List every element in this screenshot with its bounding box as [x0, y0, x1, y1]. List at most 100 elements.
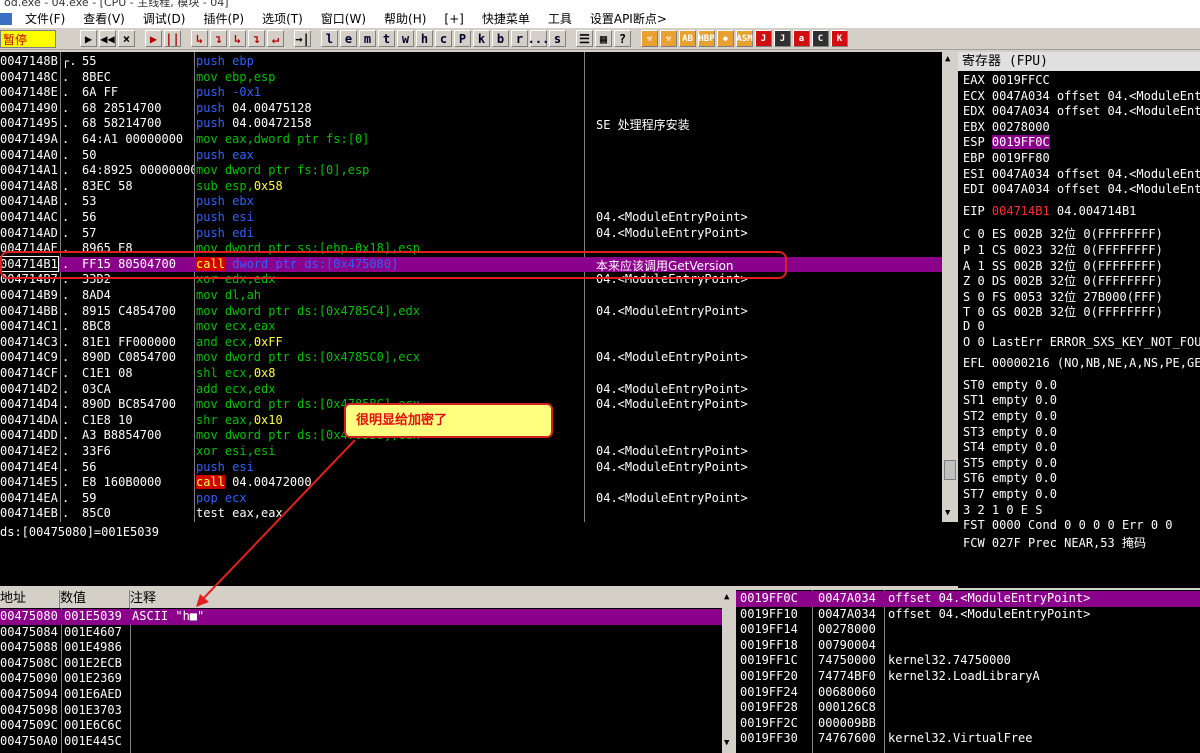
disassembly-pane[interactable]: 0047148B ┌. 55 push ebp 0047148C. 8BEC mov ebp… [0, 52, 942, 522]
disasm-row[interactable]: 004714EA. 59 pop ecx 04.<ModuleEntryPoint> [0, 491, 942, 507]
dump-col-address[interactable]: 地址 [0, 590, 60, 608]
menu-item[interactable]: 快捷菜单 [473, 10, 539, 27]
disasm-row[interactable]: 004714AB. 53 push ebx [0, 194, 942, 210]
dump-row[interactable]: 00475080 001E5039 ASCII "h■" [0, 609, 722, 625]
disasm-row[interactable]: 004714E5. E8 160B0000 call 04.00472000 [0, 475, 942, 491]
toolbar-button[interactable]: b [492, 30, 509, 47]
menu-item[interactable]: 选项(T) [253, 10, 312, 27]
toolbar-button[interactable]: ↳ [191, 30, 208, 47]
disasm-row[interactable]: 004714AC. 56 push esi 04.<ModuleEntryPoint> [0, 210, 942, 226]
stack-row[interactable]: 0019FF14 00278000 [736, 622, 1200, 638]
scroll-up-icon[interactable]: ▲ [724, 592, 729, 602]
dump-row[interactable]: 00475084 001E4607 [0, 625, 722, 641]
stack-row[interactable]: 0019FF10 0047A034 offset 04.<ModuleEntryPo… [736, 607, 1200, 623]
disasm-row[interactable]: 004714BB. 8915 C4854700 mov dword ptr ds:[… [0, 304, 942, 320]
stack-row[interactable]: 0019FF30 74767600 kernel32.VirtualFree [736, 731, 1200, 747]
register-line[interactable]: ECX 0047A034 offset 04.<ModuleEntryPoint… [963, 89, 1200, 103]
toolbar-button[interactable]: r [511, 30, 528, 47]
toolbar-button[interactable]: ↴ [210, 30, 227, 47]
dump-row[interactable]: 0047509C 001E6C6C [0, 718, 722, 734]
register-line[interactable]: ESI 0047A034 offset 04.<ModuleEntryPoint… [963, 167, 1200, 181]
menu-item[interactable]: [+] [435, 12, 472, 26]
toolbar-button[interactable]: ↳ [229, 30, 246, 47]
stack-row[interactable]: 0019FF1C 74750000 kernel32.74750000 [736, 653, 1200, 669]
stack-row[interactable]: 0019FF2C 000009BB [736, 716, 1200, 732]
disasm-row[interactable]: 004714B9. 8AD4 mov dl,ah [0, 288, 942, 304]
disasm-row[interactable]: 004714E2. 33F6 xor esi,esi 04.<ModuleEntryP… [0, 444, 942, 460]
disasm-row[interactable]: 004714D2. 03CA add ecx,edx 04.<ModuleEntryP… [0, 382, 942, 398]
dump-scrollbar[interactable]: ▲ ▼ [722, 590, 736, 753]
toolbar-button[interactable]: × [118, 30, 135, 47]
disasm-row[interactable]: 0047148B ┌. 55 push ebp [0, 54, 942, 70]
eip-line[interactable]: EIP 004714B1 04.004714B1 [963, 204, 1136, 218]
registers-title[interactable]: 寄存器 (FPU) [958, 52, 1200, 71]
disasm-row[interactable]: 004714CF. C1E1 08 shl ecx,0x8 [0, 366, 942, 382]
toolbar-button[interactable]: ↵ [267, 30, 284, 47]
dump-row[interactable]: 00475098 001E3703 [0, 703, 722, 719]
plugin-button[interactable]: J [774, 30, 791, 47]
disasm-scrollbar[interactable]: ▲ ▼ [942, 52, 958, 522]
disasm-row[interactable]: 00471490. 68 28514700 push 04.00475128 [0, 101, 942, 117]
toolbar-button[interactable]: ☰ [576, 30, 593, 47]
toolbar-button[interactable]: t [378, 30, 395, 47]
toolbar-button[interactable]: ? [614, 30, 631, 47]
dump-col-comment[interactable]: 注释 [130, 590, 722, 608]
disasm-row[interactable]: 0047148E. 6A FF push -0x1 [0, 85, 942, 101]
menu-item[interactable]: 设置API断点> [581, 10, 676, 27]
disasm-row[interactable]: 004714A8. 83EC 58 sub esp,0x58 [0, 179, 942, 195]
register-line[interactable]: EAX 0019FFCC [963, 73, 1050, 87]
disasm-row[interactable]: 004714C1. 8BC8 mov ecx,eax [0, 319, 942, 335]
plugin-button[interactable]: ⚒ [641, 30, 658, 47]
plugin-button[interactable]: a [793, 30, 810, 47]
toolbar-button[interactable]: P [454, 30, 471, 47]
disasm-row[interactable]: 004714E4. 56 push esi 04.<ModuleEntryPoint> [0, 460, 942, 476]
disasm-row[interactable]: 004714AD. 57 push edi 04.<ModuleEntryPoint> [0, 226, 942, 242]
disasm-row[interactable]: 0047148C. 8BEC mov ebp,esp [0, 70, 942, 86]
menu-item[interactable]: 调试(D) [134, 10, 195, 27]
toolbar-button[interactable]: ... [528, 30, 549, 47]
disasm-row[interactable]: 0047149A. 64:A1 00000000 mov eax,dword ptr… [0, 132, 942, 148]
toolbar-button[interactable]: l [321, 30, 338, 47]
plugin-button[interactable]: ⚒ [660, 30, 677, 47]
app-icon[interactable] [0, 12, 12, 25]
dump-row[interactable]: 0047508C 001E2ECB [0, 656, 722, 672]
disasm-row[interactable]: 004714EB. 85C0 test eax,eax [0, 506, 942, 522]
disasm-row[interactable]: 00471495. 68 58214700 push 04.00472158 SE 处… [0, 116, 942, 132]
scroll-down-icon[interactable]: ▼ [724, 738, 729, 748]
register-line[interactable]: EDI 0047A034 offset 04.<ModuleEntryPoint… [963, 182, 1200, 196]
toolbar-button[interactable]: ↴ [248, 30, 265, 47]
menu-item[interactable]: 工具 [539, 10, 581, 27]
disasm-row[interactable]: 004714A0. 50 push eax [0, 148, 942, 164]
toolbar-button[interactable]: m [359, 30, 376, 47]
register-line[interactable]: EDX 0047A034 offset 04.<ModuleEntryPoint… [963, 104, 1200, 118]
menu-item[interactable]: 查看(V) [74, 10, 134, 27]
register-line[interactable]: EBP 0019FF80 [963, 151, 1050, 165]
toolbar-button[interactable]: →| [294, 30, 311, 47]
stack-pane[interactable]: 0019FF0C 0047A034 offset 04.<ModuleEntryPo… [736, 590, 1200, 753]
toolbar-button[interactable]: h [416, 30, 433, 47]
stack-row[interactable]: 0019FF24 00680060 [736, 685, 1200, 701]
toolbar-button[interactable]: e [340, 30, 357, 47]
stack-row[interactable]: 0019FF28 000126C8 [736, 700, 1200, 716]
toolbar-button[interactable]: ▦ [595, 30, 612, 47]
dump-pane[interactable]: 00475080 001E5039 ASCII "h■" 00475084 001E46… [0, 608, 722, 753]
dump-row[interactable]: 00475094 001E6AED [0, 687, 722, 703]
scroll-down-icon[interactable]: ▼ [945, 508, 950, 518]
disasm-row[interactable]: 004714A1. 64:8925 00000000 mov dword ptr f… [0, 163, 942, 179]
disasm-row[interactable]: 004714C3. 81E1 FF000000 and ecx,0xFF [0, 335, 942, 351]
dump-row[interactable]: 004750A0 001E445C [0, 734, 722, 750]
plugin-button[interactable]: C [812, 30, 829, 47]
menu-item[interactable]: 文件(F) [16, 10, 74, 27]
stack-row[interactable]: 0019FF18 00790004 [736, 638, 1200, 654]
disasm-row[interactable]: 004714C9. 890D C0854700 mov dword ptr ds:[… [0, 350, 942, 366]
register-line[interactable]: EBX 00278000 [963, 120, 1050, 134]
toolbar-button[interactable]: ◀◀ [99, 30, 116, 47]
register-line[interactable]: ESP 0019FF0C [963, 135, 1050, 150]
dump-row[interactable]: 00475090 001E2369 [0, 671, 722, 687]
menu-item[interactable]: 插件(P) [194, 10, 253, 27]
plugin-button[interactable]: ◆ [717, 30, 734, 47]
toolbar-button[interactable]: k [473, 30, 490, 47]
scroll-thumb[interactable] [944, 460, 956, 480]
dump-col-value[interactable]: 数值 [60, 590, 130, 608]
toolbar-button[interactable]: s [549, 30, 566, 47]
